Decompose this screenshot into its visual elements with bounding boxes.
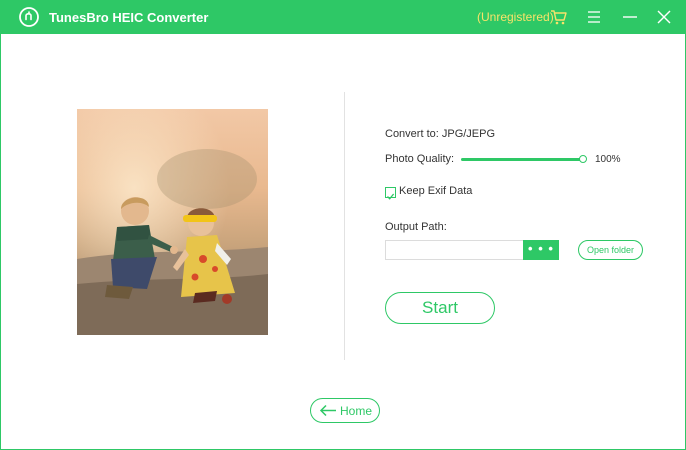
registration-status[interactable]: (Unregistered)	[477, 10, 554, 24]
menu-icon[interactable]	[586, 9, 602, 25]
home-label: Home	[340, 404, 373, 418]
slider-thumb[interactable]	[579, 155, 587, 163]
minimize-icon[interactable]	[622, 9, 638, 25]
output-path-input[interactable]	[385, 240, 523, 260]
title-bar: TunesBro HEIC Converter (Unregistered)	[1, 0, 686, 34]
app-title: TunesBro HEIC Converter	[49, 10, 209, 25]
photo-quality-label: Photo Quality:	[385, 153, 455, 165]
checkmark-icon	[387, 193, 395, 200]
start-button[interactable]: Start	[385, 292, 495, 324]
cart-icon[interactable]	[550, 9, 567, 25]
app-logo-icon	[19, 7, 39, 27]
panel-divider	[344, 92, 345, 360]
preview-image	[77, 109, 268, 335]
output-path-label: Output Path:	[385, 221, 447, 233]
open-folder-button[interactable]: Open folder	[578, 240, 643, 260]
back-arrow-icon	[319, 404, 336, 417]
slider-track	[461, 158, 583, 161]
keep-exif-checkbox[interactable]	[385, 187, 396, 200]
convert-to-label: Convert to: JPG/JEPG	[385, 128, 496, 140]
keep-exif-label[interactable]: Keep Exif Data	[399, 185, 472, 197]
browse-button[interactable]: • • •	[523, 240, 559, 260]
home-button[interactable]: Home	[310, 398, 380, 423]
photo-quality-value: 100%	[595, 154, 621, 165]
photo-quality-slider[interactable]	[461, 155, 587, 163]
close-icon[interactable]	[656, 9, 672, 25]
app-window: TunesBro HEIC Converter (Unregistered) C…	[0, 0, 686, 450]
